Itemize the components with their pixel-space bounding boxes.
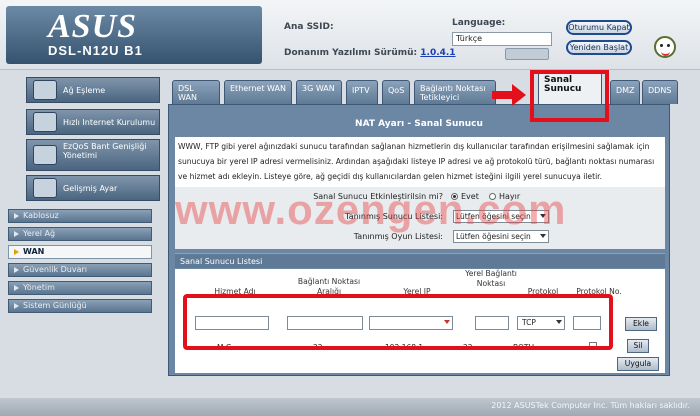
watermark: www.ozengen.com: [175, 186, 567, 233]
column-header-local-ip: Yerel IP: [403, 287, 431, 296]
user-face-icon: [654, 36, 676, 58]
protocol-value: TCP: [522, 318, 536, 327]
column-header-protocol-no: Protokol No.: [576, 287, 622, 296]
column-header-service: Hizmet Adı: [214, 287, 256, 296]
add-button[interactable]: Ekle: [625, 317, 657, 331]
row-service: M.C: [217, 343, 232, 352]
logout-button[interactable]: Oturumu Kapat: [566, 20, 632, 35]
sidebar-subitem-lan[interactable]: Yerel Ağ: [8, 227, 152, 241]
local-ip-select[interactable]: [369, 316, 453, 330]
local-port-input[interactable]: [475, 316, 509, 330]
row-local-ip: 192.168.1: [385, 343, 424, 352]
row-select-checkbox[interactable]: [589, 342, 597, 350]
firmware-label: Donanım Yazılımı Sürümü:: [284, 48, 418, 58]
tab-qos[interactable]: QoS: [382, 80, 410, 104]
language-apply-button[interactable]: [505, 48, 549, 60]
sidebar-item-label: EzQoS Bant Genişliği Yönetimi: [63, 142, 147, 160]
column-header-local-port: Yerel Bağlantı Noktası: [465, 269, 517, 288]
sidebar-subitem-wan[interactable]: WAN: [8, 245, 152, 259]
port-range-input[interactable]: [287, 316, 363, 330]
panel-description: WWW, FTP gibi yerel ağınızdaki sunucu ta…: [175, 137, 665, 187]
tab-port-trigger[interactable]: Bağlantı Noktası Tetikleyici: [414, 80, 496, 104]
virtual-server-panel: NAT Ayarı - Sanal Sunucu WWW, FTP gibi y…: [168, 104, 670, 376]
tab-dsl-wan[interactable]: DSL WAN: [172, 80, 220, 104]
tools-icon: [33, 178, 57, 198]
highlight-arrow-icon: [492, 91, 514, 99]
chevron-down-icon: [540, 234, 546, 238]
language-label: Language:: [452, 18, 506, 28]
sidebar-subitem-system-log[interactable]: Sistem Günlüğü: [8, 299, 152, 313]
panel-title: NAT Ayarı - Sanal Sunucu: [355, 119, 483, 129]
sidebar-item-advanced[interactable]: Gelişmiş Ayar: [26, 175, 160, 201]
chevron-down-icon: [444, 320, 450, 324]
sidebar-item-network-map[interactable]: Ağ Eşleme: [26, 77, 160, 103]
footer: 2012 ASUSTek Computer Inc. Tüm hakları s…: [0, 398, 700, 416]
sidebar-item-quick-setup[interactable]: Hızlı Internet Kurulumu: [26, 109, 160, 135]
tab-dmz[interactable]: DMZ: [610, 80, 640, 104]
column-header-port-range: Bağlantı Noktası Aralığı: [297, 277, 361, 296]
model-name: DSL-N12U B1: [48, 43, 143, 58]
sidebar-item-ezqos[interactable]: EzQoS Bant Genişliği Yönetimi: [26, 139, 160, 171]
firmware-info: Donanım Yazılımı Sürümü: 1.0.4.1: [284, 48, 456, 58]
globe-icon: [33, 112, 57, 132]
column-header-protocol: Protokol: [527, 287, 559, 296]
row-protocol: BOTH: [513, 343, 535, 352]
sidebar-item-label: Ağ Eşleme: [63, 86, 106, 95]
row-local-port: 22: [463, 343, 473, 352]
tab-iptv[interactable]: IPTV: [346, 80, 378, 104]
tab-3g-wan[interactable]: 3G WAN: [296, 80, 342, 104]
brand-name: ASUS: [48, 8, 138, 45]
header: ASUS DSL-N12U B1 Ana SSID: Donanım Yazıl…: [0, 0, 700, 70]
sidebar-subitem-administration[interactable]: Yönetim: [8, 281, 152, 295]
highlight-arrow-head-icon: [512, 84, 526, 106]
protocol-select[interactable]: TCP: [517, 316, 565, 330]
sidebar-item-label: Hızlı Internet Kurulumu: [63, 118, 156, 127]
tab-ddns[interactable]: DDNS: [642, 80, 678, 104]
language-select[interactable]: Türkçe: [452, 32, 552, 46]
chevron-down-icon: [556, 320, 562, 324]
protocol-no-input[interactable]: [573, 316, 601, 330]
service-name-input[interactable]: [195, 316, 269, 330]
reboot-button[interactable]: Yeniden Başlat: [566, 40, 632, 55]
copyright: 2012 ASUSTek Computer Inc. Tüm hakları s…: [491, 401, 690, 410]
firmware-version-link[interactable]: 1.0.4.1: [420, 48, 455, 58]
tab-ethernet-wan[interactable]: Ethernet WAN: [224, 80, 292, 104]
network-map-icon: [33, 80, 57, 100]
brand-logo: ASUS DSL-N12U B1: [6, 6, 262, 64]
delete-button[interactable]: Sil: [627, 339, 649, 353]
sidebar-subitem-wireless[interactable]: Kablosuz: [8, 209, 152, 223]
virtual-server-table: Hizmet Adı Bağlantı Noktası Aralığı Yere…: [175, 269, 665, 373]
list-title: Sanal Sunucu Listesi: [175, 253, 665, 268]
ssid-label: Ana SSID:: [284, 22, 334, 32]
qos-icon: [33, 145, 57, 165]
apply-button[interactable]: Uygula: [617, 357, 659, 371]
tab-virtual-server[interactable]: Sanal Sunucu: [538, 72, 602, 106]
sidebar-item-label: Gelişmiş Ayar: [63, 184, 118, 193]
sidebar-subitem-firewall[interactable]: Güvenlik Duvarı: [8, 263, 152, 277]
row-port-range: 22: [313, 343, 323, 352]
